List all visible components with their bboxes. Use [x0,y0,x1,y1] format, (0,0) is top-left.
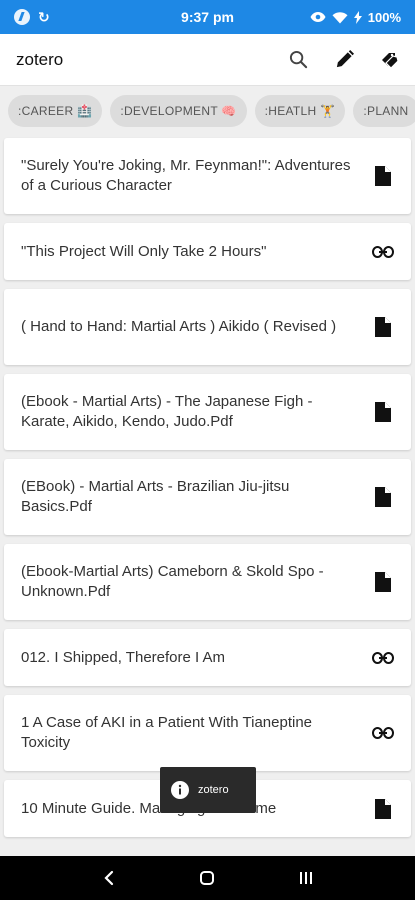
app-bar: zotero [0,34,415,86]
link-icon [371,721,395,745]
wifi-icon [332,11,348,23]
collection-chips: :CAREER 🏥 :DEVELOPMENT 🧠 :HEATLH 🏋 :PLAN… [0,86,415,136]
toast-text: zotero [198,784,229,796]
chip-development[interactable]: :DEVELOPMENT 🧠 [110,95,247,127]
status-bar: ↻ 9:37 pm 100% [0,0,415,34]
battery-charging-icon [353,10,362,24]
chip-health[interactable]: :HEATLH 🏋 [254,95,346,127]
item-title: (Ebook - Martial Arts) - The Japanese Fi… [21,393,313,430]
item-list: "Surely You're Joking, Mr. Feynman!": Ad… [4,138,411,846]
document-icon [371,164,395,188]
list-item[interactable]: ( Hand to Hand: Martial Arts ) Aikido ( … [4,289,411,365]
sync-icon: ↻ [38,8,50,25]
item-title: "Surely You're Joking, Mr. Feynman!": Ad… [21,157,351,194]
chip-career[interactable]: :CAREER 🏥 [8,95,103,127]
status-left: ↻ [14,9,134,26]
pencil-icon [336,50,354,68]
item-title: "This Project Will Only Take 2 Hours" [21,242,267,260]
document-icon [371,485,395,509]
list-item[interactable]: (EBook) - Martial Arts - Brazilian Jiu-j… [4,459,411,535]
system-nav-bar [0,856,415,900]
app-notification-icon [14,9,30,25]
list-item[interactable]: 1 A Case of AKI in a Patient With Tianep… [4,695,411,771]
list-item[interactable]: "This Project Will Only Take 2 Hours" [4,223,411,280]
list-item[interactable]: (Ebook-Martial Arts) Cameborn & Skold Sp… [4,544,411,620]
item-title: ( Hand to Hand: Martial Arts ) Aikido ( … [21,318,337,335]
battery-level: 100% [367,9,401,25]
item-title: (Ebook-Martial Arts) Cameborn & Skold Sp… [21,563,324,600]
tags-icon [382,52,399,69]
recents-button[interactable] [286,858,326,898]
back-button[interactable] [89,858,129,898]
document-icon [371,797,395,821]
status-right: 100% [281,10,401,25]
chip-planning[interactable]: :PLANN [353,95,415,127]
link-icon [371,240,395,264]
list-item[interactable]: "Surely You're Joking, Mr. Feynman!": Ad… [4,138,411,214]
item-title: (EBook) - Martial Arts - Brazilian Jiu-j… [21,478,290,515]
item-title: 1 A Case of AKI in a Patient With Tianep… [21,714,313,751]
link-icon [371,646,395,670]
item-title: 012. I Shipped, Therefore I Am [21,648,226,666]
search-icon [289,50,307,69]
app-title: zotero [16,49,64,69]
back-icon [104,870,114,886]
home-icon [200,871,215,885]
list-item[interactable]: 012. I Shipped, Therefore I Am [4,629,411,686]
document-icon [371,315,395,339]
tags-button[interactable] [379,49,401,71]
edit-button[interactable] [333,49,355,71]
home-button[interactable] [187,858,227,898]
info-icon [171,781,189,799]
document-icon [371,570,395,594]
recents-icon [299,872,312,884]
app-actions [287,49,401,71]
document-icon [371,400,395,424]
search-button[interactable] [287,49,309,71]
status-time: 9:37 pm [181,9,234,25]
list-item[interactable]: (Ebook - Martial Arts) - The Japanese Fi… [4,374,411,450]
eye-icon [310,12,326,22]
toast: zotero [160,767,256,813]
